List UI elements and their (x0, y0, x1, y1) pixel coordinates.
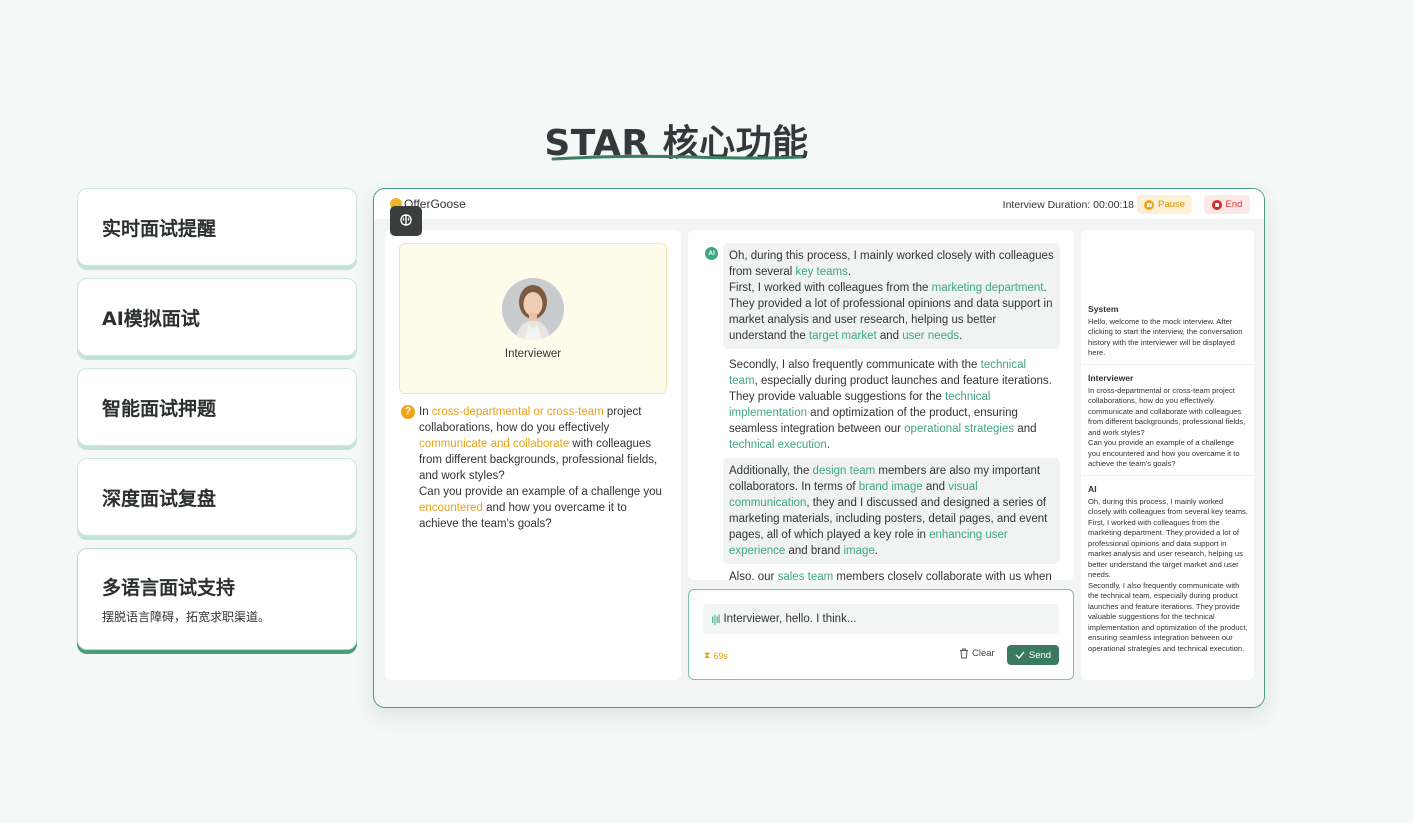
send-button[interactable]: Send (1007, 645, 1059, 665)
input-text: Interviewer, hello. I think... (723, 613, 857, 625)
answer-input-panel: ı|ıl Interviewer, hello. I think... ⧗ 69… (688, 589, 1074, 680)
interviewer-label: Interviewer (504, 348, 562, 360)
divider (1081, 364, 1254, 365)
answer-message: Oh, during this process, I mainly worked… (723, 243, 1060, 349)
brain-toggle-button[interactable] (390, 206, 422, 236)
feature-card-review[interactable]: 深度面试复盘 (77, 458, 357, 536)
pause-button[interactable]: Pause (1137, 195, 1192, 214)
answer-message: Secondly, I also frequently communicate … (729, 359, 1052, 451)
feature-title: AI模拟面试 (102, 307, 200, 330)
answer-message: Additionally, the design team members ar… (723, 458, 1060, 564)
feature-card-ai-mock[interactable]: AI模拟面试 (77, 278, 357, 356)
history-item: Interviewer In cross-departmental or cro… (1088, 373, 1248, 470)
timer-value: 69s (713, 650, 728, 661)
history-text: Oh, during this process, I mainly worked… (1088, 496, 1248, 653)
end-label: End (1225, 199, 1243, 210)
voice-wave-icon: ı|ıl (711, 612, 721, 626)
clear-button[interactable]: Clear (959, 648, 995, 659)
feature-title: 智能面试押题 (102, 397, 217, 420)
feature-card-question-prediction[interactable]: 智能面试押题 (77, 368, 357, 446)
answer-message: Also, our sales team members closely col… (729, 571, 1052, 580)
send-label: Send (1028, 649, 1052, 661)
pause-icon (1144, 199, 1155, 210)
history-title: AI (1088, 484, 1097, 494)
feature-title: 多语言面试支持 (102, 577, 236, 599)
trash-icon (960, 648, 968, 659)
interviewer-panel: Interviewer ? In cross-departmental or c… (385, 230, 681, 680)
stop-icon (1211, 199, 1222, 210)
history-text: Hello, welcome to the mock interview. Af… (1088, 316, 1243, 358)
answer-input[interactable]: ı|ıl Interviewer, hello. I think... (703, 604, 1059, 634)
check-icon (1015, 651, 1025, 659)
pause-label: Pause (1158, 199, 1185, 210)
title-underline (551, 154, 803, 161)
history-item: AI Oh, during this process, I mainly wor… (1088, 484, 1248, 654)
ai-avatar-icon: AI (705, 247, 718, 260)
app-window: OfferGoose Interview Duration: 00:00:18 … (373, 188, 1265, 708)
feature-card-realtime[interactable]: 实时面试提醒 (77, 188, 357, 266)
timer: ⧗ 69s (704, 650, 728, 661)
divider (1081, 475, 1254, 476)
feature-card-multilingual[interactable]: 多语言面试支持 摆脱语言障碍，拓宽求职渠道。 (77, 548, 357, 650)
interview-duration: Interview Duration: 00:00:18 (1002, 199, 1134, 211)
history-text: In cross-departmental or cross-team proj… (1088, 385, 1246, 469)
clear-label: Clear (972, 648, 995, 659)
hourglass-icon: ⧗ (704, 650, 711, 660)
answer-panel: AI Oh, during this process, I mainly wor… (688, 230, 1074, 580)
feature-desc: 摆脱语言障碍，拓宽求职渠道。 (102, 610, 271, 624)
feature-title: 实时面试提醒 (102, 217, 217, 240)
brain-icon (400, 214, 412, 226)
interview-question: ? In cross-departmental or cross-team pr… (401, 404, 667, 532)
history-title: Interviewer (1088, 373, 1134, 383)
end-button[interactable]: End (1204, 195, 1250, 214)
interviewer-avatar (502, 278, 564, 340)
interviewer-card: Interviewer (399, 243, 667, 394)
history-item: System Hello, welcome to the mock interv… (1088, 304, 1248, 359)
history-title: System (1088, 304, 1119, 314)
question-icon: ? (401, 405, 415, 419)
feature-title: 深度面试复盘 (102, 487, 217, 510)
history-panel: System Hello, welcome to the mock interv… (1081, 230, 1254, 680)
top-bar: OfferGoose Interview Duration: 00:00:18 … (374, 189, 1264, 219)
